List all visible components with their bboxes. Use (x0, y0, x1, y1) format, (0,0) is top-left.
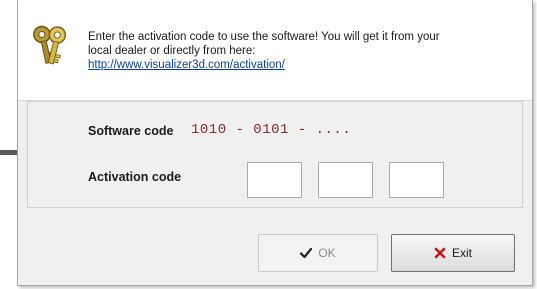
software-code-label: Software code (88, 124, 174, 138)
keys-icon (33, 25, 67, 65)
activation-dialog: Enter the activation code to use the sof… (17, 0, 533, 286)
exit-button[interactable]: Exit (391, 234, 515, 272)
message-line-1: Enter the activation code to use the sof… (88, 31, 440, 43)
message-line-2: local dealer or directly from here: (88, 45, 256, 57)
activation-code-field-3[interactable] (389, 162, 444, 198)
dialog-header: Enter the activation code to use the sof… (18, 0, 532, 101)
exit-button-label: Exit (451, 246, 472, 260)
code-panel: Software code 1010 - 0101 - .... Activat… (27, 101, 523, 208)
activation-code-field-1[interactable] (247, 162, 302, 198)
software-code-value: 1010 - 0101 - .... (191, 122, 352, 138)
activation-code-field-2[interactable] (318, 162, 373, 198)
ok-button-label: OK (318, 246, 336, 260)
ok-button[interactable]: OK (258, 234, 378, 272)
activation-message: Enter the activation code to use the sof… (88, 30, 528, 72)
activation-code-label: Activation code (88, 170, 182, 184)
activation-link[interactable]: http://www.visualizer3d.com/activation/ (88, 59, 285, 71)
x-icon (434, 247, 446, 259)
checkmark-icon (300, 247, 313, 259)
